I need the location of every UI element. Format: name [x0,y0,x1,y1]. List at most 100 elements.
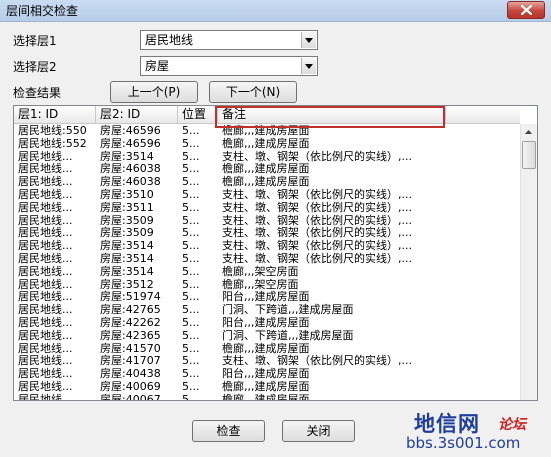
cell-layer1-id: 居民地线... [18,290,73,304]
cell-layer1-id: 居民地线... [18,239,73,253]
scroll-up-button[interactable] [521,124,537,141]
cell-position: 5... [182,277,200,291]
cell-remarks: 门洞、下跨道,,,建成房屋面 [222,303,354,317]
cell-layer1-id: 居民地线... [18,251,73,265]
cell-layer1-id: 居民地线... [18,264,73,278]
layer2-select[interactable]: 房屋 [140,56,318,76]
layer-intersection-check-dialog: 层间相交检查 选择层1 居民地线 选择层2 房屋 检查结果 上一个(P) 下一个… [0,0,551,457]
title-bar[interactable]: 层间相交检查 [0,0,551,22]
cell-position: 5... [182,290,200,304]
column-header-layer1-id[interactable]: 层1: ID [14,106,96,123]
layer2-dropdown-button[interactable] [301,58,316,74]
table-row[interactable]: 居民地线... 房屋:40069 5... 檐廊,,,建成房屋面 [14,380,520,393]
cell-layer2-id: 房屋:3514 [100,239,154,253]
cell-position: 5... [182,315,200,329]
cell-layer2-id: 房屋:3509 [100,213,154,227]
cell-layer1-id: 居民地线... [18,213,73,227]
table-row[interactable]: 居民地线... 房屋:3509 5... 支柱、墩、钢架（依比例尺的实线）,... [14,214,520,227]
cell-position: 5... [182,136,200,150]
check-button[interactable]: 检查 [192,420,265,442]
table-row[interactable]: 居民地线... 房屋:3514 5... 支柱、墩、钢架（依比例尺的实线）,... [14,252,520,265]
table-row[interactable]: 居民地线... 房屋:42262 5... 阳台,,,建成房屋面 [14,316,520,329]
cell-layer2-id: 房屋:46596 [100,124,161,137]
close-icon [521,5,532,15]
table-row[interactable]: 居民地线... 房屋:40067 5... 檐廊,,,建成房屋面 [14,393,520,400]
cell-layer1-id: 居民地线... [18,379,73,393]
table-row[interactable]: 居民地线:552 房屋:46596 5... 檐廊,,,建成房屋面 [14,137,520,150]
table-row[interactable]: 居民地线... 房屋:46038 5... 檐廊,,,建成房屋面 [14,162,520,175]
layer1-selected-value: 居民地线 [145,33,194,47]
cell-position: 5... [182,175,200,189]
cell-layer2-id: 房屋:41570 [100,341,161,355]
cell-remarks: 支柱、墩、钢架（依比例尺的实线）,... [222,149,412,163]
cell-layer2-id: 房屋:3514 [100,149,154,163]
cell-layer1-id: 居民地线... [18,354,73,368]
cell-layer2-id: 房屋:42365 [100,328,161,342]
results-list[interactable]: 层1: ID 层2: ID 位置 备注 居民地线:550 房屋:46596 5...… [13,105,538,401]
table-row[interactable]: 居民地线... 房屋:42365 5... 门洞、下跨道,,,建成房屋面 [14,329,520,342]
cell-position: 5... [182,354,200,368]
cell-layer2-id: 房屋:40438 [100,367,161,381]
cell-remarks: 檐廊,,,建成房屋面 [222,392,310,400]
layer1-dropdown-button[interactable] [301,32,316,48]
table-row[interactable]: 居民地线... 房屋:3511 5... 支柱、墩、钢架（依比例尺的实线）,... [14,201,520,214]
cell-layer1-id: 居民地线... [18,315,73,329]
cell-layer1-id: 居民地线... [18,367,73,381]
cell-layer2-id: 房屋:42765 [100,303,161,317]
cell-position: 5... [182,149,200,163]
next-button[interactable]: 下一个(N) [209,81,297,103]
cell-remarks: 檐廊,,,建成房屋面 [222,136,310,150]
column-header-layer2-id[interactable]: 层2: ID [96,106,178,123]
cell-remarks: 门洞、下跨道,,,建成房屋面 [222,328,354,342]
close-window-button[interactable] [507,1,545,19]
cell-layer2-id: 房屋:46038 [100,175,161,189]
previous-button[interactable]: 上一个(P) [110,81,198,103]
results-label: 检查结果 [13,86,62,100]
vertical-scrollbar[interactable] [520,124,537,400]
cell-position: 5... [182,367,200,381]
cell-position: 5... [182,213,200,227]
cell-layer1-id: 居民地线... [18,162,73,176]
table-row[interactable]: 居民地线... 房屋:3514 5... 支柱、墩、钢架（依比例尺的实线）,... [14,239,520,252]
table-row[interactable]: 居民地线... 房屋:46038 5... 檐廊,,,建成房屋面 [14,175,520,188]
table-row[interactable]: 居民地线... 房屋:42765 5... 门洞、下跨道,,,建成房屋面 [14,303,520,316]
cell-layer1-id: 居民地线:552 [18,136,87,150]
cell-remarks: 檐廊,,,架空房面 [222,264,299,278]
cell-layer1-id: 居民地线... [18,149,73,163]
cell-position: 5... [182,200,200,214]
cell-layer1-id: 居民地线... [18,328,73,342]
cell-position: 5... [182,341,200,355]
layer1-select[interactable]: 居民地线 [140,30,318,50]
cell-layer1-id: 居民地线... [18,277,73,291]
table-row[interactable]: 居民地线... 房屋:3514 5... 檐廊,,,架空房面 [14,265,520,278]
cell-position: 5... [182,264,200,278]
window-title: 层间相交检查 [6,4,79,18]
cell-layer2-id: 房屋:46038 [100,162,161,176]
cell-remarks: 阳台,,,建成房屋面 [222,315,310,329]
layer1-label: 选择层1 [13,34,57,48]
cell-remarks: 阳台,,,建成房屋面 [222,290,310,304]
column-header-position[interactable]: 位置 [178,106,218,123]
cell-layer2-id: 房屋:51974 [100,290,161,304]
table-row[interactable]: 居民地线... 房屋:3509 5... 支柱、墩、钢架（依比例尺的实线）,... [14,226,520,239]
cell-layer2-id: 房屋:3510 [100,187,154,201]
cell-position: 5... [182,392,200,400]
cell-layer2-id: 房屋:3509 [100,226,154,240]
cell-position: 5... [182,187,200,201]
table-row[interactable]: 居民地线... 房屋:40438 5... 阳台,,,建成房屋面 [14,367,520,380]
scrollbar-thumb[interactable] [522,141,536,169]
cell-remarks: 檐廊,,,建成房屋面 [222,162,310,176]
close-button[interactable]: 关闭 [282,420,355,442]
cell-remarks: 檐廊,,,建成房屋面 [222,341,310,355]
watermark-url: bbs.3s001.com [406,434,521,452]
cell-remarks: 支柱、墩、钢架（依比例尺的实线）,... [222,251,412,265]
table-row[interactable]: 居民地线... 房屋:3512 5... 檐廊,,,架空房面 [14,278,520,291]
table-row[interactable]: 居民地线... 房屋:51974 5... 阳台,,,建成房屋面 [14,290,520,303]
cell-position: 5... [182,303,200,317]
table-row[interactable]: 居民地线... 房屋:41707 5... 支柱、墩、钢架（依比例尺的实线）,... [14,354,520,367]
table-row[interactable]: 居民地线... 房屋:3510 5... 支柱、墩、钢架（依比例尺的实线）,... [14,188,520,201]
cell-layer1-id: 居民地线... [18,226,73,240]
cell-position: 5... [182,162,200,176]
table-row[interactable]: 居民地线... 房屋:3514 5... 支柱、墩、钢架（依比例尺的实线）,... [14,150,520,163]
table-row[interactable]: 居民地线... 房屋:41570 5... 檐廊,,,建成房屋面 [14,342,520,355]
